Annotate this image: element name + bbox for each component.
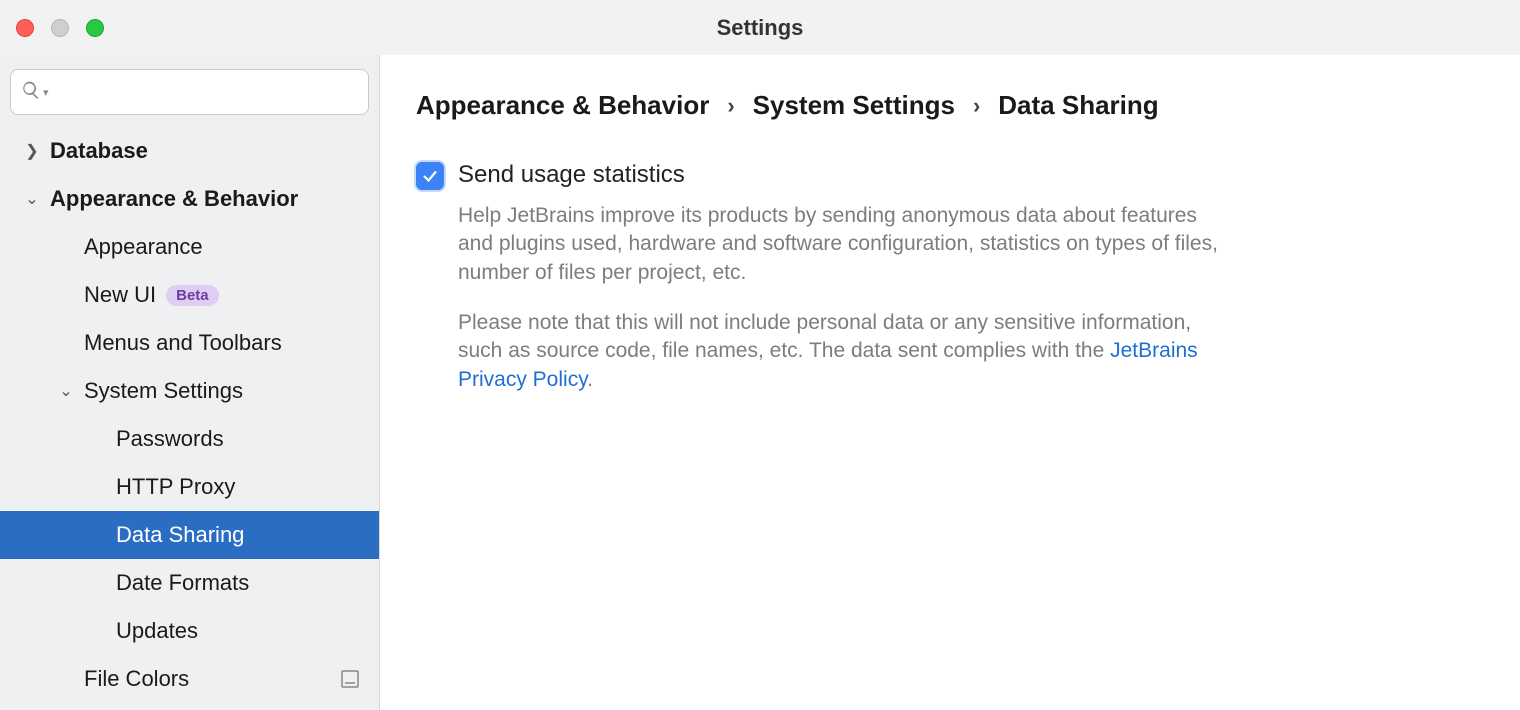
chevron-down-icon: ⌄ (54, 381, 78, 401)
description-text: Please note that this will not include p… (458, 311, 1191, 362)
tree-label: HTTP Proxy (116, 474, 235, 500)
tree-item-database[interactable]: ❯ Database (0, 127, 379, 175)
tree-item-updates[interactable]: Updates (0, 607, 379, 655)
tree-label: Database (50, 138, 148, 164)
search-options-caret-icon[interactable]: ▾ (43, 86, 49, 99)
tree-item-appearance-behavior[interactable]: ⌄ Appearance & Behavior (0, 175, 379, 223)
tree-item-passwords[interactable]: Passwords (0, 415, 379, 463)
option-description: Help JetBrains improve its products by s… (458, 202, 1228, 394)
project-scope-icon (341, 670, 359, 688)
settings-sidebar: ▾ ❯ Database ⌄ Appearance & Behavior App… (0, 55, 380, 710)
settings-tree: ❯ Database ⌄ Appearance & Behavior Appea… (0, 127, 379, 710)
chevron-right-icon: › (973, 93, 980, 119)
tree-label: Appearance & Behavior (50, 186, 298, 212)
tree-item-menus-toolbars[interactable]: Menus and Toolbars (0, 319, 379, 367)
search-icon (21, 80, 41, 105)
window-title: Settings (0, 15, 1520, 41)
description-paragraph: Please note that this will not include p… (458, 309, 1228, 394)
check-icon (421, 167, 439, 185)
tree-item-data-sharing[interactable]: Data Sharing (0, 511, 379, 559)
tree-item-appearance[interactable]: Appearance (0, 223, 379, 271)
tree-item-new-ui[interactable]: New UI Beta (0, 271, 379, 319)
send-usage-stats-checkbox[interactable] (416, 162, 444, 190)
breadcrumb-segment[interactable]: Appearance & Behavior (416, 90, 709, 121)
breadcrumb-segment: Data Sharing (998, 90, 1158, 121)
tree-label: Menus and Toolbars (84, 330, 282, 356)
description-paragraph: Help JetBrains improve its products by s… (458, 202, 1228, 287)
settings-search[interactable]: ▾ (10, 69, 369, 115)
tree-item-system-settings[interactable]: ⌄ System Settings (0, 367, 379, 415)
search-input[interactable] (55, 82, 358, 103)
tree-item-date-formats[interactable]: Date Formats (0, 559, 379, 607)
breadcrumb: Appearance & Behavior › System Settings … (416, 90, 1484, 121)
tree-label: System Settings (84, 378, 243, 404)
tree-label: Updates (116, 618, 198, 644)
chevron-right-icon: ❯ (20, 141, 44, 161)
send-usage-stats-option[interactable]: Send usage statistics (416, 161, 1484, 190)
chevron-down-icon: ⌄ (20, 189, 44, 209)
send-usage-stats-label: Send usage statistics (458, 161, 685, 189)
chevron-right-icon: › (727, 93, 734, 119)
description-text: . (587, 368, 593, 391)
tree-label: Appearance (84, 234, 203, 260)
titlebar: Settings (0, 0, 1520, 55)
tree-item-file-colors[interactable]: File Colors (0, 655, 379, 703)
tree-item-http-proxy[interactable]: HTTP Proxy (0, 463, 379, 511)
tree-label: Passwords (116, 426, 224, 452)
beta-badge: Beta (166, 285, 219, 306)
settings-content: Appearance & Behavior › System Settings … (380, 55, 1520, 710)
tree-label: New UI (84, 282, 156, 308)
breadcrumb-segment[interactable]: System Settings (753, 90, 955, 121)
tree-label: Data Sharing (116, 522, 244, 548)
tree-label: File Colors (84, 666, 189, 692)
tree-label: Date Formats (116, 570, 249, 596)
